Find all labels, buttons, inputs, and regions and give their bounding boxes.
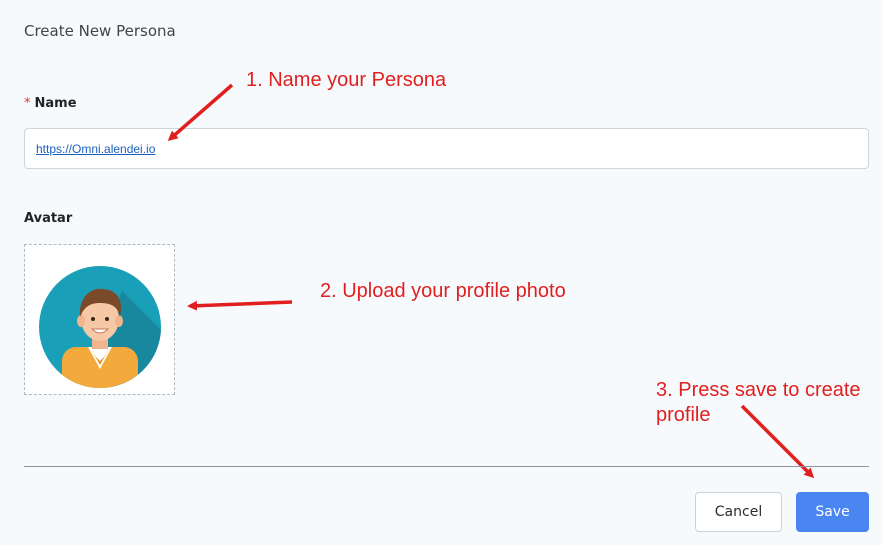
annotation-arrows — [167, 83, 815, 479]
cancel-button[interactable]: Cancel — [695, 492, 782, 532]
arrow-to-avatar — [187, 300, 293, 311]
save-button[interactable]: Save — [796, 492, 869, 532]
footer-divider — [24, 466, 869, 467]
arrow-to-name-input — [167, 83, 234, 141]
